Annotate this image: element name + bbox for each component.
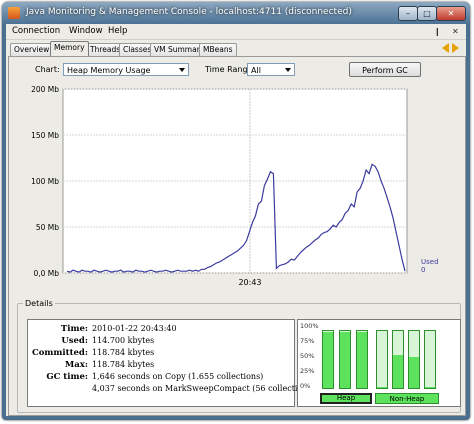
non-heap-pool-bar-fill <box>377 386 387 388</box>
tab-bar: Overview Memory Threads Classes VM Summa… <box>6 41 466 56</box>
non-heap-pool-button[interactable]: Non-Heap <box>375 393 439 404</box>
minimize-icon: – <box>406 9 410 18</box>
pct-label-0: 0% <box>300 382 311 390</box>
heap-pool-bar[interactable] <box>322 330 334 389</box>
restore-internal-frame-icon[interactable]: ❙ <box>434 26 441 37</box>
pct-label-100: 100% <box>300 322 319 330</box>
committed-value: 118.784 kbytes <box>92 348 155 357</box>
gc-time-copy: 1,646 seconds on Copy (1.655 collections… <box>92 372 264 381</box>
menu-connection[interactable]: Connection <box>12 26 60 36</box>
y-tick-label: 200 Mb <box>31 85 59 94</box>
title-bar[interactable]: Java Monitoring & Management Console - l… <box>2 2 470 24</box>
non-heap-pool-bar-fill <box>409 356 419 388</box>
non-heap-pool-bar[interactable] <box>376 330 388 389</box>
legend-used-value: 0 <box>421 266 425 274</box>
x-tick-label: 20:43 <box>238 278 261 287</box>
non-heap-pool-bar[interactable] <box>424 330 436 389</box>
memory-pools-chart: 100% 75% 50% 25% 0% Heap Non-Heap <box>297 319 461 407</box>
used-key: Used: <box>61 336 88 346</box>
tab-mbeans[interactable]: MBeans <box>199 43 237 56</box>
app-window: Java Monitoring & Management Console - l… <box>2 2 470 420</box>
non-heap-pool-bar[interactable] <box>408 330 420 389</box>
heap-pool-bar-fill <box>340 332 350 388</box>
maximize-button[interactable]: □ <box>417 6 437 21</box>
y-tick-label: 100 Mb <box>31 177 59 186</box>
close-internal-frame-icon[interactable]: ✕ <box>452 26 459 37</box>
heap-pool-bar-fill <box>357 332 367 388</box>
heap-pool-button[interactable]: Heap <box>320 393 372 404</box>
maximize-icon: □ <box>423 9 431 18</box>
legend-used-name: Used <box>421 258 439 266</box>
heap-pool-bar[interactable] <box>356 330 368 389</box>
y-tick-label: 0,0 Mb <box>33 269 59 278</box>
heap-pool-bar-fill <box>323 331 333 388</box>
previous-tab-arrow-icon[interactable] <box>442 43 449 53</box>
details-info-box: Time: 2010-01-22 20:43:40 Used: 114.700 … <box>27 319 315 407</box>
time-value: 2010-01-22 20:43:40 <box>92 324 177 333</box>
tab-overview[interactable]: Overview <box>10 43 54 56</box>
time-key: Time: <box>60 324 88 334</box>
java-coffee-icon <box>8 7 20 19</box>
non-heap-pool-bar[interactable] <box>392 330 404 389</box>
details-title: Details <box>23 299 55 308</box>
menu-help[interactable]: Help <box>108 26 127 36</box>
minimize-button[interactable]: – <box>398 6 418 21</box>
gc-time-key: GC time: <box>46 372 88 382</box>
heap-pool-bar[interactable] <box>339 330 351 389</box>
pct-label-50: 50% <box>300 352 315 360</box>
max-value: 118.784 kbytes <box>92 360 155 369</box>
menu-window[interactable]: Window <box>69 26 103 36</box>
y-tick-label: 150 Mb <box>31 131 59 140</box>
tab-memory[interactable]: Memory <box>50 41 89 56</box>
y-tick-label: 50 Mb <box>36 223 59 232</box>
close-window-button[interactable]: ✕ <box>436 6 466 21</box>
committed-key: Committed: <box>32 348 88 358</box>
pct-label-75: 75% <box>300 337 315 345</box>
window-title: Java Monitoring & Management Console - l… <box>26 7 352 17</box>
next-tab-arrow-icon[interactable] <box>452 43 459 53</box>
max-key: Max: <box>64 360 88 370</box>
gc-time-marksweep: 4,037 seconds on MarkSweepCompact (56 co… <box>92 384 315 393</box>
memory-usage-chart: 200 Mb 150 Mb 100 Mb 50 Mb 0,0 Mb 20:43 Used… <box>31 85 439 287</box>
memory-panel: Chart: Heap Memory Usage Time Range: All… <box>8 56 466 416</box>
pct-label-25: 25% <box>300 367 315 375</box>
close-icon: ✕ <box>447 9 455 18</box>
client-area: Connection Window Help ❙ ✕ Overview Memo… <box>6 24 466 416</box>
used-value: 114.700 kbytes <box>92 336 155 345</box>
non-heap-pool-bar-fill <box>425 386 435 388</box>
non-heap-pool-bar-fill <box>393 354 403 388</box>
menu-bar: Connection Window Help ❙ ✕ <box>6 24 466 40</box>
